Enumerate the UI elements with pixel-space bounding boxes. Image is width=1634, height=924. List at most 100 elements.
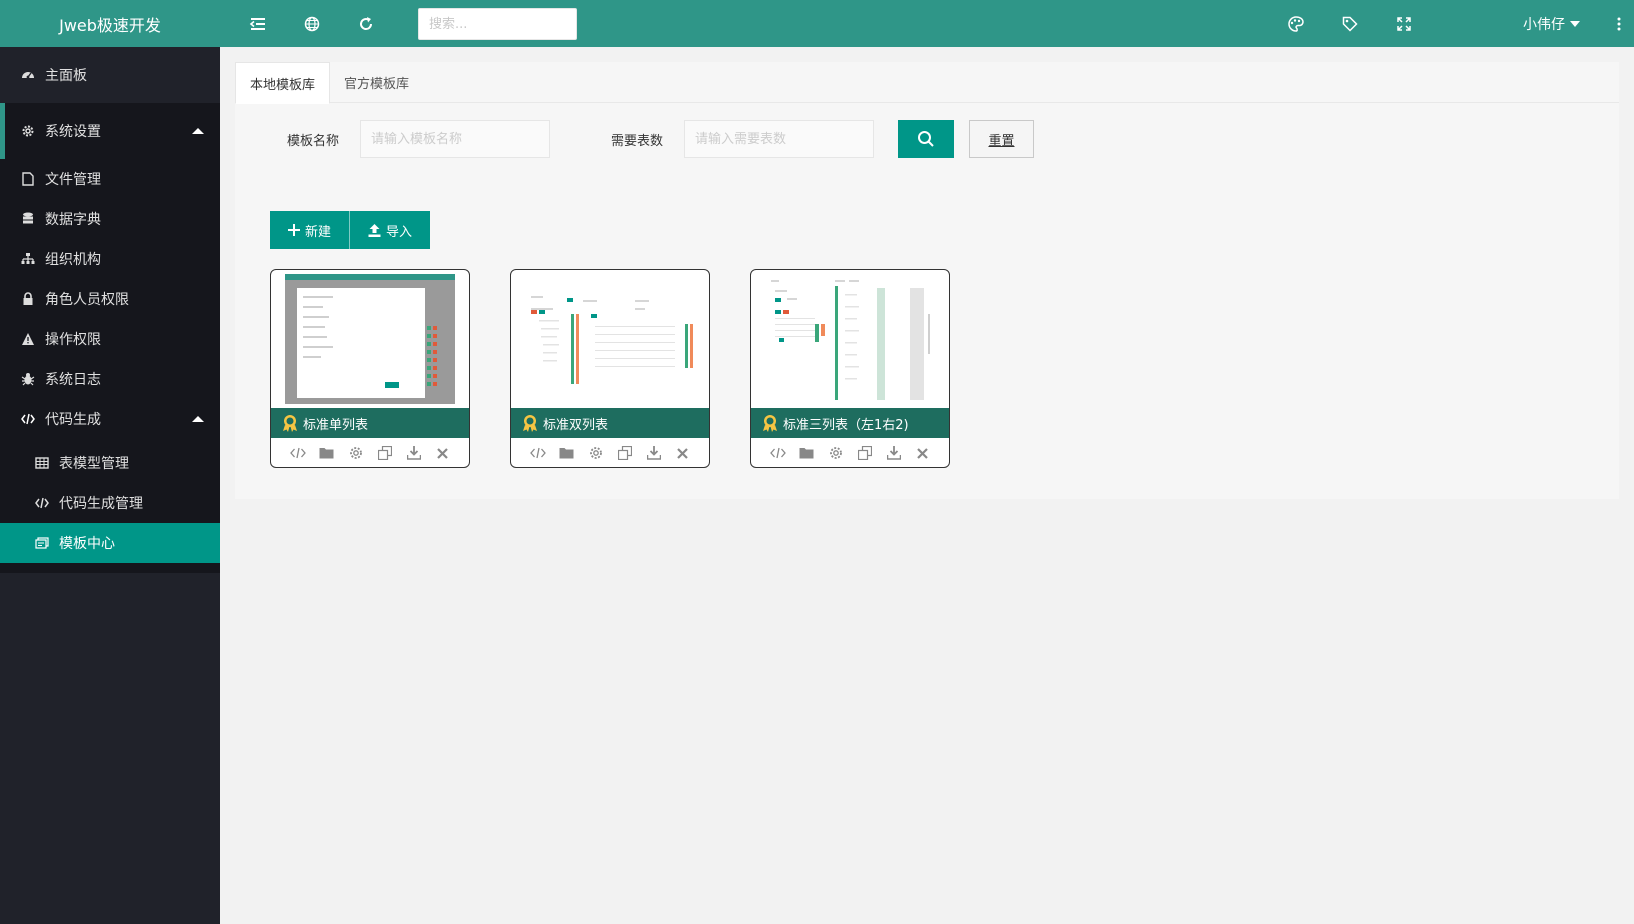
table-count-input[interactable]	[684, 120, 874, 158]
fullscreen-icon	[1397, 16, 1411, 31]
gear-icon	[20, 123, 36, 139]
sidebar-item-code-gen-management[interactable]: 代码生成管理	[0, 483, 220, 523]
import-button-label: 导入	[386, 224, 413, 240]
reset-button[interactable]: 重置	[969, 120, 1034, 158]
menu-fold-icon	[249, 17, 265, 30]
sidebar-item-system-log[interactable]: 系统日志	[0, 359, 220, 399]
template-card-title: 标准三列表（左1右2)	[751, 408, 949, 438]
sidebar-item-operation-permissions[interactable]: 操作权限	[0, 319, 220, 359]
close-icon[interactable]	[914, 444, 932, 462]
template-card[interactable]: 标准双列表	[510, 269, 710, 468]
user-menu[interactable]: 小伟仔	[1523, 0, 1580, 47]
template-thumbnail	[271, 270, 469, 408]
tab-official-templates[interactable]: 官方模板库	[330, 62, 423, 103]
template-title-label: 标准单列表	[303, 417, 369, 433]
header-search-input[interactable]	[418, 8, 577, 40]
template-icon	[34, 535, 50, 551]
file-icon	[20, 171, 36, 187]
sidebar-item-dashboard[interactable]: 主面板	[0, 47, 220, 103]
template-card-list: 标准单列表 标准双列表 标准三列表（左1右2)	[270, 269, 950, 468]
sidebar-item-label: 模板中心	[59, 536, 115, 552]
sidebar-item-label: 主面板	[45, 68, 87, 84]
sidebar-item-label: 角色人员权限	[45, 292, 129, 308]
template-title-label: 标准双列表	[543, 417, 609, 433]
table-icon	[34, 455, 50, 471]
download-icon[interactable]	[885, 444, 903, 462]
sidebar-item-label: 数据字典	[45, 212, 101, 228]
tab-local-templates[interactable]: 本地模板库	[235, 62, 331, 104]
sidebar-item-template-center[interactable]: 模板中心	[0, 523, 220, 563]
folder-icon[interactable]	[798, 444, 816, 462]
sidebar-item-code-generation[interactable]: 代码生成	[0, 399, 220, 439]
new-template-button[interactable]: 新建	[270, 211, 350, 249]
download-icon[interactable]	[405, 444, 423, 462]
chevron-down-icon	[1570, 20, 1580, 27]
template-card[interactable]: 标准单列表	[270, 269, 470, 468]
template-name-input[interactable]	[360, 120, 550, 158]
search-button[interactable]	[898, 120, 954, 158]
globe-icon	[304, 16, 320, 31]
warning-icon	[20, 331, 36, 347]
sidebar-item-label: 系统设置	[45, 124, 101, 140]
sidebar-item-file-management[interactable]: 文件管理	[0, 159, 220, 199]
refresh-icon	[360, 16, 373, 30]
award-badge-icon	[763, 415, 777, 432]
dashboard-icon	[20, 67, 36, 83]
more-button[interactable]	[1604, 0, 1634, 47]
code-icon[interactable]	[289, 444, 307, 462]
tag-icon	[1342, 16, 1358, 32]
more-vertical-icon	[1617, 17, 1621, 30]
website-button[interactable]	[292, 0, 332, 47]
gear-icon[interactable]	[827, 444, 845, 462]
code-icon	[20, 411, 36, 427]
theme-button[interactable]	[1276, 0, 1316, 47]
copy-icon[interactable]	[856, 444, 874, 462]
palette-icon	[1288, 15, 1304, 32]
copy-icon[interactable]	[616, 444, 634, 462]
app-logo[interactable]: Jweb极速开发	[0, 0, 220, 47]
upload-icon	[368, 223, 381, 237]
caret-up-icon	[192, 416, 204, 422]
gear-icon[interactable]	[347, 444, 365, 462]
sidebar-item-data-dictionary[interactable]: 数据字典	[0, 199, 220, 239]
template-thumbnail	[751, 270, 949, 408]
fullscreen-button[interactable]	[1384, 0, 1424, 47]
award-badge-icon	[283, 415, 297, 432]
filter-form: 模板名称 需要表数 重置	[235, 120, 1619, 160]
bug-icon	[20, 371, 36, 387]
code-icon[interactable]	[529, 444, 547, 462]
plus-icon	[288, 224, 300, 236]
template-thumbnail	[511, 270, 709, 408]
lock-icon	[20, 291, 36, 307]
template-card[interactable]: 标准三列表（左1右2)	[750, 269, 950, 468]
close-icon[interactable]	[674, 444, 692, 462]
sidebar-item-label: 组织机构	[45, 252, 101, 268]
template-card-title: 标准双列表	[511, 408, 709, 438]
sidebar-item-label: 代码生成管理	[59, 496, 143, 512]
sidebar-item-system-settings[interactable]: 系统设置	[0, 103, 220, 159]
search-icon	[918, 131, 934, 147]
template-card-actions	[511, 438, 709, 467]
template-card-actions	[751, 438, 949, 467]
sidebar-item-table-model[interactable]: 表模型管理	[0, 443, 220, 483]
template-card-title: 标准单列表	[271, 408, 469, 438]
code-icon[interactable]	[769, 444, 787, 462]
template-name-label: 模板名称	[287, 133, 340, 149]
sidebar-item-organization[interactable]: 组织机构	[0, 239, 220, 279]
tag-button[interactable]	[1330, 0, 1370, 47]
template-card-actions	[271, 438, 469, 467]
sidebar-item-label: 系统日志	[45, 372, 101, 388]
code-icon	[34, 495, 50, 511]
user-name-label: 小伟仔	[1523, 16, 1565, 33]
close-icon[interactable]	[434, 444, 452, 462]
folder-icon[interactable]	[318, 444, 336, 462]
sidebar-item-role-permissions[interactable]: 角色人员权限	[0, 279, 220, 319]
refresh-button[interactable]	[346, 0, 386, 47]
gear-icon[interactable]	[587, 444, 605, 462]
menu-toggle-button[interactable]	[238, 0, 278, 47]
download-icon[interactable]	[645, 444, 663, 462]
copy-icon[interactable]	[376, 444, 394, 462]
import-template-button[interactable]: 导入	[349, 211, 431, 249]
folder-icon[interactable]	[558, 444, 576, 462]
table-count-label: 需要表数	[611, 133, 664, 149]
